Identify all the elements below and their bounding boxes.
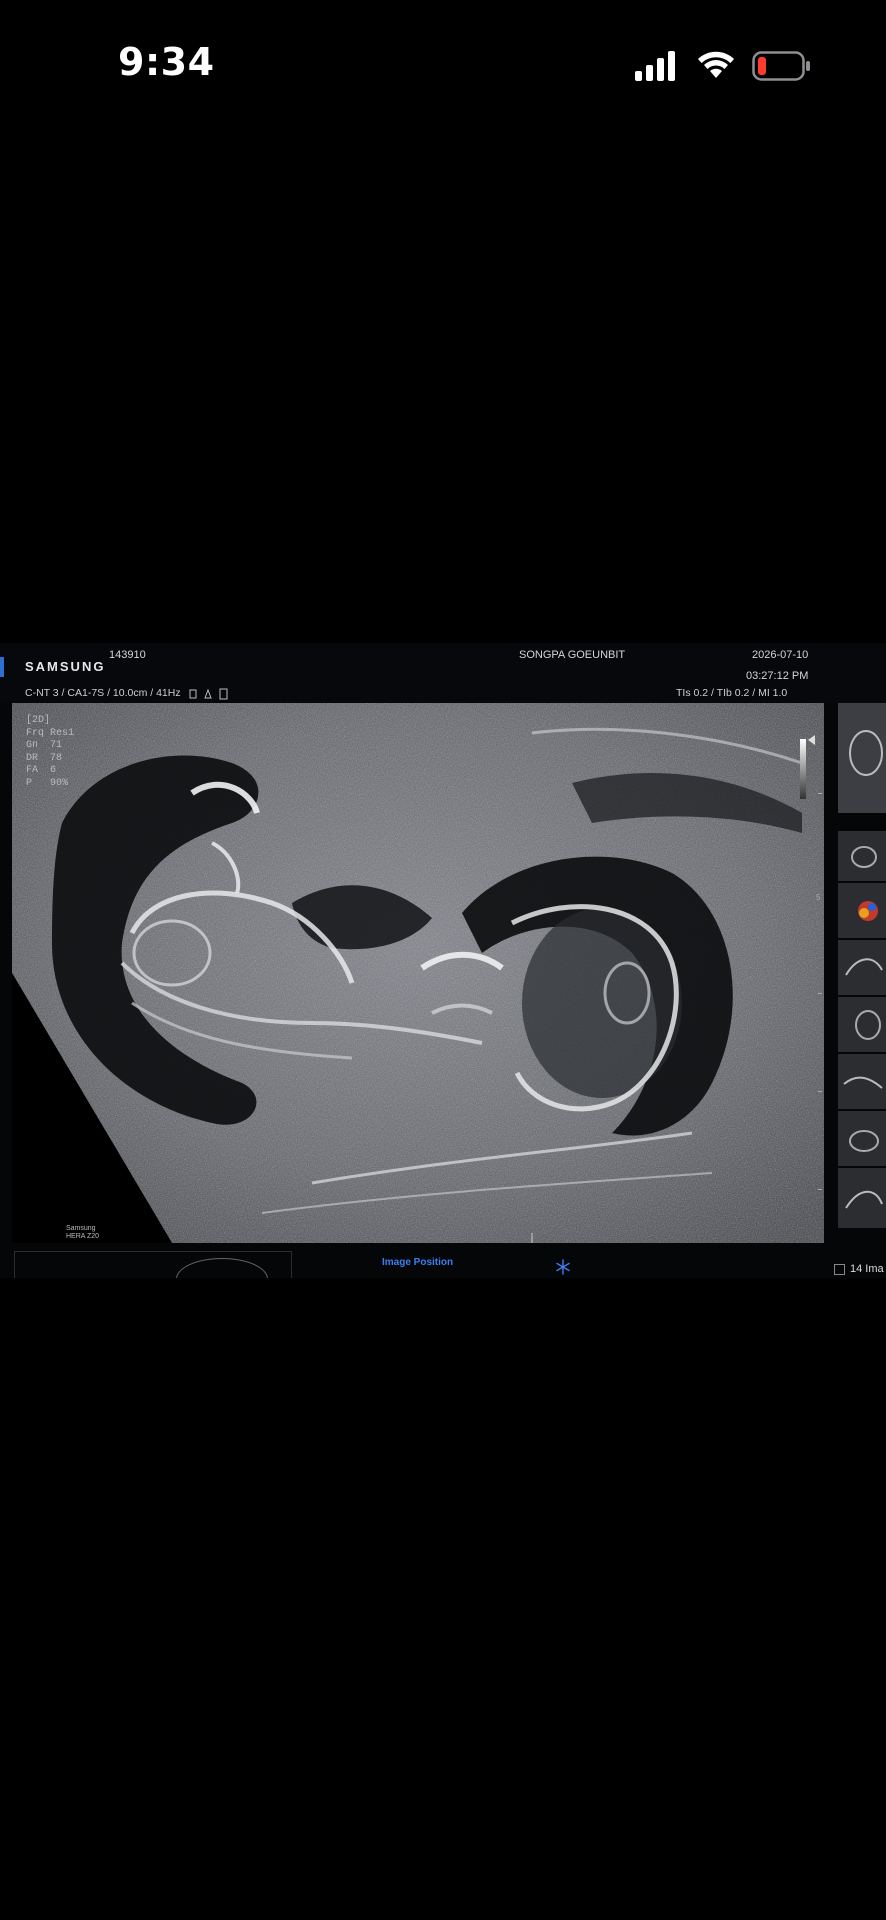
device-watermark: Samsung HERA Z20: [66, 1225, 100, 1240]
exam-time: 03:27:12 PM: [746, 670, 809, 682]
thumbnail[interactable]: [838, 703, 886, 813]
probe-info: C-NT 3 / CA1-7S / 10.0cm / 41Hz: [25, 687, 181, 699]
acoustic-power-info: TIs 0.2 / TIb 0.2 / MI 1.0: [676, 687, 788, 699]
param-row: FA 6: [26, 765, 57, 776]
thumbnail[interactable]: [838, 1054, 886, 1109]
param-row: [2D]: [26, 715, 51, 726]
select-checkbox[interactable]: [834, 1263, 845, 1275]
depth-tick: [818, 993, 822, 994]
battery-low-icon: [752, 51, 810, 81]
param-row: Gn 71: [26, 740, 63, 751]
probe-status-icons: [189, 688, 228, 700]
ultrasound-header: SAMSUNG 143910 SONGPA GOEUNBIT 2026-07-1…: [0, 643, 886, 703]
param-row: P 90%: [26, 777, 69, 789]
wifi-icon: [698, 51, 734, 78]
institution-name: SONGPA GOEUNBIT: [519, 649, 626, 661]
depth-tick: [818, 793, 822, 794]
status-bar: 9:34: [0, 0, 886, 130]
depth-tick: [818, 1189, 822, 1190]
depth-tick: [818, 1091, 822, 1092]
image-position-button[interactable]: Image Position: [382, 1257, 453, 1268]
image-count-label: 14 Ima: [850, 1263, 884, 1275]
focus-marker-icon[interactable]: [808, 735, 815, 745]
image-count[interactable]: 14 Ima: [834, 1263, 884, 1275]
greyscale-bar: [800, 739, 806, 799]
freeze-snowflake-icon[interactable]: [555, 1259, 571, 1275]
fetal-scan-image: [12, 703, 824, 1243]
thumbnail[interactable]: [838, 831, 886, 881]
thumbnail-strip[interactable]: [838, 703, 886, 1243]
status-time: 9:34: [118, 40, 215, 84]
thumbnail[interactable]: [838, 940, 886, 995]
ultrasound-image[interactable]: [12, 703, 824, 1243]
param-row: DR 78: [26, 752, 63, 764]
imaging-parameters: [2D] Frq Res1 Gn 71 DR 78 FA 6 P 90%: [26, 715, 74, 790]
thumbnail[interactable]: [838, 1168, 886, 1228]
left-edge-indicator: [0, 657, 4, 677]
cellular-signal-icon: [635, 51, 675, 81]
thumbnail[interactable]: [838, 1111, 886, 1166]
depth-label: 5: [816, 893, 821, 902]
exam-date: 2026-07-10: [752, 649, 809, 661]
ultrasound-screen: SAMSUNG 143910 SONGPA GOEUNBIT 2026-07-1…: [0, 643, 886, 1278]
thumbnail[interactable]: [838, 997, 886, 1052]
param-row: Frq Res1: [26, 727, 75, 739]
patient-id: 143910: [109, 649, 146, 661]
thumbnail[interactable]: [838, 883, 886, 938]
brand-logo: SAMSUNG: [25, 659, 106, 674]
